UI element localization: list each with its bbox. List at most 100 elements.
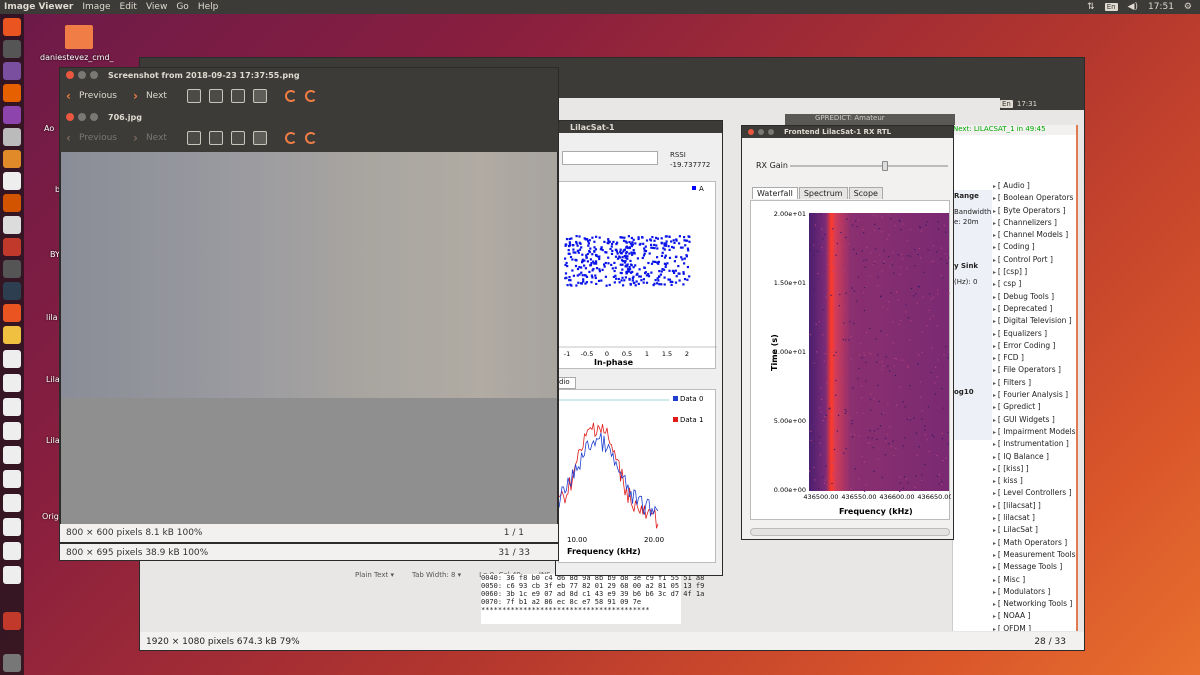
- app-icon[interactable]: [3, 304, 21, 322]
- maximize-button[interactable]: [90, 113, 98, 121]
- text-editor-icon[interactable]: [3, 172, 21, 190]
- network-icon[interactable]: ⇅: [1087, 2, 1095, 12]
- close-button[interactable]: [66, 113, 74, 121]
- app-menu-title[interactable]: Image Viewer: [4, 2, 73, 12]
- app-icon[interactable]: [3, 216, 21, 234]
- tab-spectrum[interactable]: Spectrum: [798, 187, 848, 199]
- spectrum-plot[interactable]: Data 0 Data 1 10.00 20.00 Frequency (kHz…: [558, 389, 716, 563]
- block-category[interactable]: [ csp ]: [993, 278, 1076, 290]
- settings-icon[interactable]: [3, 194, 21, 212]
- block-category[interactable]: [ Digital Television ]: [993, 315, 1076, 327]
- syntax-mode-select[interactable]: Plain Text ▾: [355, 571, 394, 581]
- next-button[interactable]: Next: [146, 91, 167, 101]
- tab-waterfall[interactable]: Waterfall: [752, 187, 798, 199]
- app-icon[interactable]: [3, 128, 21, 146]
- inner-titlebar[interactable]: 706.jpg: [60, 110, 558, 124]
- desktop-icon-label[interactable]: Lila: [46, 436, 60, 445]
- volume-icon[interactable]: ◀): [1128, 2, 1138, 12]
- desktop-icon-label[interactable]: Lila: [46, 375, 60, 384]
- monitor-icon[interactable]: [3, 282, 21, 300]
- close-button[interactable]: [748, 129, 754, 135]
- block-category[interactable]: [ GUI Widgets ]: [993, 414, 1076, 426]
- desktop-icon-label[interactable]: Orig: [42, 512, 59, 521]
- block-category[interactable]: [ Audio ]: [993, 180, 1076, 192]
- block-category[interactable]: [ IQ Balance ]: [993, 451, 1076, 463]
- block-category[interactable]: [ [lilacsat] ]: [993, 500, 1076, 512]
- next-arrow-icon[interactable]: ›: [133, 89, 138, 103]
- block-category[interactable]: [ Error Coding ]: [993, 340, 1076, 352]
- app-icon[interactable]: [3, 260, 21, 278]
- block-category[interactable]: [ Coding ]: [993, 241, 1076, 253]
- rotate-left-icon[interactable]: [284, 132, 297, 144]
- app-icon[interactable]: [3, 106, 21, 124]
- document-icon[interactable]: [3, 542, 21, 560]
- desktop-icon-label[interactable]: daniestevez_cmd_: [40, 53, 114, 62]
- zoom-in-button[interactable]: [186, 131, 201, 145]
- zoom-in-button[interactable]: [186, 89, 201, 103]
- block-category[interactable]: [ Fourier Analysis ]: [993, 389, 1076, 401]
- block-category[interactable]: [ [csp] ]: [993, 266, 1076, 278]
- block-category[interactable]: [ Gpredict ]: [993, 401, 1076, 413]
- block-category[interactable]: [ OFDM ]: [993, 623, 1076, 631]
- maximize-button[interactable]: [768, 129, 774, 135]
- block-category[interactable]: [ lilacsat ]: [993, 512, 1076, 524]
- keyboard-layout-indicator[interactable]: En: [1104, 3, 1118, 11]
- zoom-out-button[interactable]: [208, 89, 223, 103]
- zoom-out-button[interactable]: [208, 131, 223, 145]
- block-category[interactable]: [ Message Tools ]: [993, 561, 1076, 573]
- menu-view[interactable]: View: [146, 2, 167, 12]
- document-icon[interactable]: [3, 398, 21, 416]
- document-icon[interactable]: [3, 518, 21, 536]
- minimize-button[interactable]: [78, 71, 86, 79]
- menu-image[interactable]: Image: [82, 2, 110, 12]
- app-icon[interactable]: [3, 150, 21, 168]
- minimize-button[interactable]: [758, 129, 764, 135]
- rotate-right-icon[interactable]: [304, 90, 317, 102]
- block-category[interactable]: [ LilacSat ]: [993, 524, 1076, 536]
- outer-titlebar[interactable]: Screenshot from 2018-09-23 17:37:55.png: [60, 68, 558, 82]
- menu-help[interactable]: Help: [198, 2, 219, 12]
- displayed-image[interactable]: [61, 152, 557, 524]
- frontend-titlebar[interactable]: Frontend LilacSat-1 RX RTL: [742, 126, 953, 138]
- previous-button[interactable]: Previous: [79, 133, 117, 143]
- constellation-plot[interactable]: A -1 -0.5 0 0.5 1 1.5 2 In-phase: [558, 181, 717, 369]
- next-button[interactable]: Next: [146, 133, 167, 143]
- block-category[interactable]: [ Boolean Operators ]: [993, 192, 1076, 204]
- block-category[interactable]: [ Equalizers ]: [993, 328, 1076, 340]
- close-button[interactable]: [66, 71, 74, 79]
- rx-gain-slider-handle[interactable]: [882, 161, 888, 171]
- previous-button[interactable]: Previous: [79, 91, 117, 101]
- gpredict-title[interactable]: GPREDICT: Amateur: [785, 114, 955, 125]
- zoom-fit-button[interactable]: [252, 89, 267, 103]
- document-icon[interactable]: [3, 470, 21, 488]
- block-category[interactable]: [ [kiss] ]: [993, 463, 1076, 475]
- desktop-icon-label[interactable]: lila: [46, 313, 58, 322]
- block-category[interactable]: [ File Operators ]: [993, 364, 1076, 376]
- block-category[interactable]: [ Byte Operators ]: [993, 205, 1076, 217]
- zoom-fit-button[interactable]: [252, 131, 267, 145]
- image-viewer-icon[interactable]: [3, 326, 21, 344]
- document-icon[interactable]: [3, 422, 21, 440]
- app-icon[interactable]: [3, 238, 21, 256]
- trash-icon[interactable]: [3, 612, 21, 630]
- block-category[interactable]: [ Misc ]: [993, 574, 1076, 586]
- next-arrow-icon[interactable]: ›: [133, 131, 138, 145]
- tab-width-select[interactable]: Tab Width: 8 ▾: [412, 571, 461, 581]
- block-category[interactable]: [ kiss ]: [993, 475, 1076, 487]
- block-category[interactable]: [ Channel Models ]: [993, 229, 1076, 241]
- firefox-icon[interactable]: [3, 84, 21, 102]
- menu-go[interactable]: Go: [176, 2, 188, 12]
- zoom-normal-button[interactable]: [230, 131, 245, 145]
- folder-icon[interactable]: [65, 25, 93, 49]
- block-category[interactable]: [ NOAA ]: [993, 610, 1076, 622]
- block-category[interactable]: [ Deprecated ]: [993, 303, 1076, 315]
- document-icon[interactable]: [3, 374, 21, 392]
- lilacsat-titlebar[interactable]: LilacSat-1: [556, 121, 722, 133]
- previous-arrow-icon[interactable]: ‹: [66, 89, 71, 103]
- minimize-button[interactable]: [78, 113, 86, 121]
- clock[interactable]: 17:51: [1148, 2, 1174, 12]
- document-icon[interactable]: [3, 566, 21, 584]
- rotate-left-icon[interactable]: [284, 90, 297, 102]
- horizontal-scrollbar[interactable]: [750, 528, 950, 536]
- zoom-normal-button[interactable]: [230, 89, 245, 103]
